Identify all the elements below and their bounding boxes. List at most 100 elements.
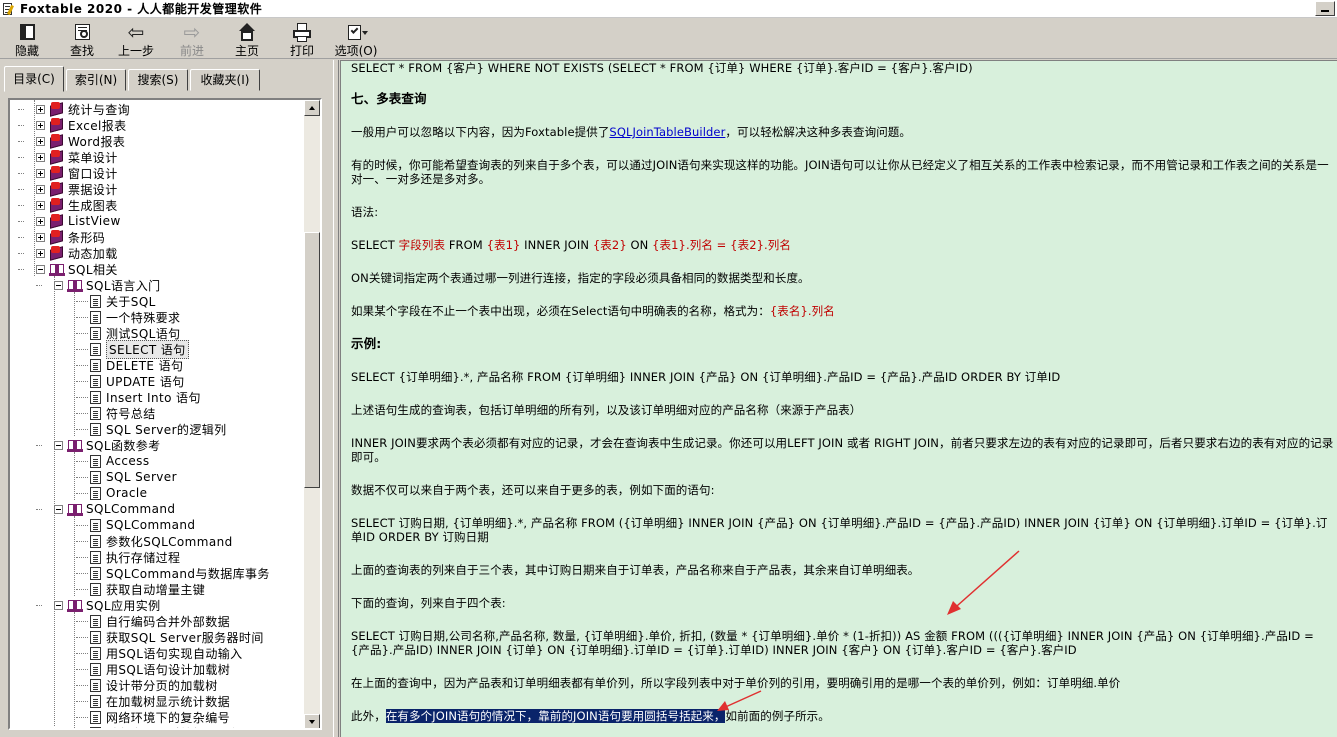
tree-topic-node[interactable]: SELECT 语句 (88, 339, 189, 359)
tree-scrollbar[interactable] (304, 100, 320, 728)
expand-icon[interactable] (36, 200, 45, 210)
tree-node-label: 关于SQL (106, 294, 156, 309)
tree-folder-node[interactable]: SQL函数参考 (54, 437, 161, 453)
tree-connector (76, 301, 88, 302)
open-book-icon (67, 438, 83, 452)
tree-topic-node[interactable]: 获取SQL Server服务器时间 (88, 629, 264, 645)
closed-book-icon (49, 198, 65, 213)
tree-topic-node[interactable]: Insert Into 语句 (88, 389, 201, 405)
tree-connector (18, 109, 24, 110)
tab-index[interactable]: 索引(N) (66, 69, 126, 91)
tree-node-label: 在加载树显示统计数据 (106, 694, 231, 709)
tree-topic-node[interactable]: Access (88, 453, 149, 469)
tree-folder-node[interactable]: SQL语言入门 (54, 277, 161, 293)
contents-tree[interactable]: 统计与查询 Excel报表 Word报表 菜单设计 窗口设计 票据设计 生成图表 ListVi… (8, 98, 322, 730)
tree-topic-node[interactable]: 在加载树显示统计数据 (88, 693, 230, 709)
tree-topic-node[interactable]: SQLCommand (88, 517, 195, 533)
hide-button[interactable]: 隐藏 (10, 19, 44, 59)
tree-node-label: SQLCommand (86, 502, 176, 516)
tree-connector (36, 605, 42, 606)
collapse-icon[interactable] (54, 440, 63, 450)
page-icon (90, 406, 101, 420)
expand-icon[interactable] (36, 232, 45, 242)
find-button[interactable]: 查找 (66, 19, 98, 59)
pane-splitter[interactable] (333, 60, 339, 737)
tree-topic-node[interactable]: 设计带分页的加载树 (88, 677, 218, 693)
home-button[interactable]: 主页 (231, 19, 263, 59)
tree-folder-node[interactable]: 票据设计 (36, 181, 118, 197)
tree-connector (18, 157, 24, 158)
expand-icon[interactable] (36, 216, 45, 226)
tree-folder-node[interactable]: SQL应用实例 (54, 597, 161, 613)
scroll-thumb[interactable] (304, 232, 320, 488)
tree-folder-node[interactable]: 生成图表 (36, 197, 118, 213)
tree-topic-node[interactable]: 一个特殊要求 (88, 309, 180, 325)
tree-folder-node[interactable]: SQLCommand (54, 501, 175, 517)
tree-connector (54, 276, 55, 726)
tree-folder-node[interactable]: ListView (36, 213, 121, 229)
expand-icon[interactable] (36, 248, 45, 258)
tree-topic-node[interactable]: 关于SQL (88, 293, 156, 309)
navigation-pane: 目录(C) 索引(N) 搜索(S) 收藏夹(I) 统计与查询 Excel报表 Wor… (0, 60, 333, 737)
print-button[interactable]: 打印 (286, 19, 318, 59)
sqljointablebuilder-link[interactable]: SQLJoinTableBuilder (609, 125, 725, 139)
closed-book-icon (49, 150, 65, 165)
back-button[interactable]: ⇦ 上一步 (116, 19, 156, 59)
tree-folder-node[interactable]: Word报表 (36, 133, 125, 149)
expand-icon[interactable] (36, 104, 45, 114)
tree-folder-node[interactable]: SQL相关 (36, 261, 118, 277)
collapse-icon[interactable] (54, 280, 63, 290)
tree-topic-node[interactable]: 用SQL语句设计加载树 (88, 661, 230, 677)
tree-topic-node[interactable]: 执行存储过程 (88, 549, 180, 565)
tree-topic-node[interactable]: 符号总结 (88, 405, 156, 421)
forward-button[interactable]: ⇨ 前进 (176, 19, 208, 59)
tree-topic-node[interactable]: SQL Server (88, 469, 177, 485)
collapse-icon[interactable] (54, 600, 63, 610)
tree-node-label: Access (106, 454, 150, 468)
expand-icon[interactable] (36, 168, 45, 178)
expand-icon[interactable] (36, 120, 45, 130)
tree-topic-node[interactable]: UPDATE 语句 (88, 373, 185, 389)
find-icon (71, 21, 93, 43)
tree-folder-node[interactable]: 条形码 (36, 229, 105, 245)
field-qualify-paragraph: 如果某个字段在不止一个表中出现，必须在Select语句中明确表的名称，格式为：{… (351, 304, 835, 318)
expand-icon[interactable] (36, 136, 45, 146)
tree-folder-node[interactable]: Excel报表 (36, 117, 127, 133)
tree-topic-node[interactable]: DELETE 语句 (88, 357, 183, 373)
options-button[interactable]: 选项(O) (334, 19, 378, 59)
tree-folder-node[interactable]: 动态加载 (36, 245, 118, 261)
tree-folder-node[interactable]: 统计与查询 (36, 101, 130, 117)
tab-contents[interactable]: 目录(C) (4, 66, 64, 92)
tree-folder-node[interactable]: 菜单设计 (36, 149, 118, 165)
parentheses-note: 此外，在有多个JOIN语句的情况下，靠前的JOIN语句要用圆括号括起来，如前面的… (351, 709, 830, 723)
app-icon (2, 2, 16, 16)
tree-topic-node[interactable]: 网络环境下的复杂编号 (88, 709, 230, 725)
tree-topic-node[interactable]: 自行编码合并外部数据 (88, 613, 230, 629)
scroll-up-button[interactable] (304, 100, 320, 116)
expand-icon[interactable] (36, 184, 45, 194)
tab-favorites[interactable]: 收藏夹(I) (190, 69, 260, 91)
topic-content[interactable]: SELECT * FROM {客户} WHERE NOT EXISTS (SEL… (340, 60, 1337, 737)
tree-topic-node[interactable]: 避免多人同时编辑同一行 (88, 725, 242, 728)
collapse-icon[interactable] (54, 504, 63, 514)
tree-topic-node[interactable]: 获取自动增量主键 (88, 581, 205, 597)
tree-connector (18, 221, 24, 222)
tree-topic-node[interactable]: Oracle (88, 485, 147, 501)
tree-topic-node[interactable]: 参数化SQLCommand (88, 533, 233, 549)
options-icon (345, 21, 368, 43)
selected-text[interactable]: 在有多个JOIN语句的情况下，靠前的JOIN语句要用圆括号括起来， (385, 709, 726, 723)
tree-topic-node[interactable]: SQL Server的逻辑列 (88, 421, 227, 437)
scroll-down-button[interactable] (304, 714, 320, 728)
tree-folder-node[interactable]: 窗口设计 (36, 165, 118, 181)
tab-search[interactable]: 搜索(S) (128, 69, 188, 91)
tree-connector (76, 573, 88, 574)
minimize-button[interactable] (1315, 1, 1335, 16)
intro-paragraph: 一般用户可以忽略以下内容，因为Foxtable提供了SQLJoinTableBu… (351, 125, 912, 139)
closed-book-icon (49, 166, 65, 181)
collapse-icon[interactable] (36, 264, 45, 274)
open-book-icon (49, 262, 65, 276)
expand-icon[interactable] (36, 152, 45, 162)
tree-topic-node[interactable]: SQLCommand与数据库事务 (88, 565, 270, 581)
tree-topic-node[interactable]: 用SQL语句实现自动输入 (88, 645, 243, 661)
page-icon (90, 694, 101, 708)
